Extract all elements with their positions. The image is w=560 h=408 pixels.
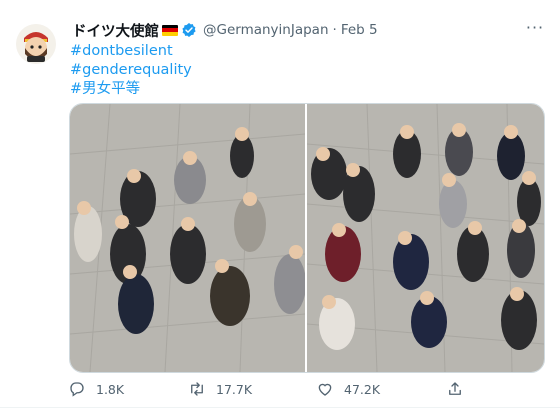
display-name[interactable]: ドイツ大使館 [72,20,159,41]
separator-dot: · [332,22,337,38]
like-button[interactable]: 47.2K [316,377,380,401]
media-grid [69,103,545,373]
handle[interactable]: @GermanyinJapan [203,22,329,38]
verified-badge-icon [182,23,196,37]
share-icon [449,382,461,395]
hashtag-gender-equality-jp[interactable]: #男女平等 [70,80,192,99]
group-photo-image [70,104,305,372]
action-bar: 1.8K 17.7K 47.2K [60,377,500,401]
timestamp[interactable]: Feb 5 [341,22,378,38]
germany-flag-icon [162,24,178,36]
photo-right[interactable] [307,104,544,372]
tweet-header: ドイツ大使館 @GermanyinJapan · Feb 5 [72,19,378,41]
tweet-text: #dontbesilent #genderequality #男女平等 [70,42,192,99]
like-count: 47.2K [344,381,381,397]
mascot-avatar-icon [16,24,56,64]
reply-icon [70,382,84,397]
heart-icon [318,383,332,396]
group-photo-image [307,104,544,372]
more-options-icon[interactable]: ··· [522,14,548,40]
photo-left[interactable] [70,104,305,372]
hashtag-genderequality[interactable]: #genderequality [70,61,192,80]
tweet[interactable]: ドイツ大使館 @GermanyinJapan · Feb 5 ··· #dont… [0,0,560,408]
retweet-button[interactable]: 17.7K [188,377,252,401]
retweet-icon [191,382,203,396]
reply-count: 1.8K [96,381,125,397]
reply-button[interactable]: 1.8K [68,377,124,401]
share-button[interactable] [446,377,474,401]
retweet-count: 17.7K [216,381,253,397]
avatar[interactable] [16,24,56,64]
hashtag-dontbesilent[interactable]: #dontbesilent [70,42,192,61]
